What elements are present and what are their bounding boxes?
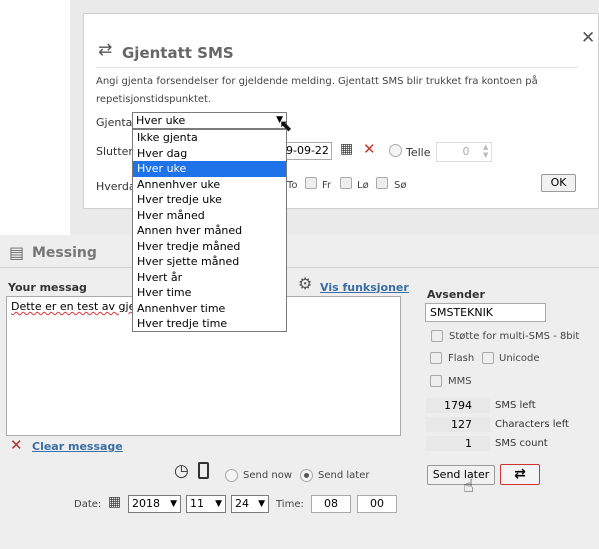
sunday-checkbox[interactable] [376, 177, 388, 189]
hour-input[interactable]: 08 [311, 495, 351, 513]
option-annen-hver-maned[interactable]: Annen hver måned [133, 223, 286, 239]
option-hver-tredje-maned[interactable]: Hver tredje måned [133, 239, 286, 255]
day-saturday: Lø [357, 180, 369, 191]
day-friday: Fr [322, 180, 332, 191]
year-value: 2018 [132, 497, 160, 510]
multi-sms-checkbox[interactable] [431, 330, 443, 342]
ok-button[interactable]: OK [541, 174, 576, 192]
saturday-checkbox[interactable] [340, 177, 352, 189]
mms-label: MMS [448, 376, 472, 387]
send-later-label: Send later [318, 470, 370, 481]
clear-icon[interactable]: ✕ [10, 436, 23, 454]
option-hver-uke[interactable]: Hver uke [133, 161, 286, 177]
send-now-radio[interactable] [225, 469, 238, 482]
month-select[interactable]: 11 ▼ [186, 495, 226, 513]
clear-message-link[interactable]: Clear message [32, 440, 123, 453]
dropdown-arrow-icon: ▼ [258, 499, 265, 509]
day-select[interactable]: 24 ▼ [231, 495, 269, 513]
characters-left-value: 127 [426, 417, 490, 432]
dialog-title: Gjentatt SMS [122, 44, 234, 62]
flash-label: Flash [448, 353, 475, 364]
repeat-label: Gjenta [96, 116, 133, 129]
weekdays-label: Hverda [96, 180, 136, 193]
sms-count-value: 1 [426, 436, 490, 451]
sender-label: Avsender [427, 288, 485, 301]
calendar-icon[interactable]: ▦ [108, 494, 121, 510]
functions-link[interactable]: Vis funksjoner [320, 281, 409, 294]
characters-left-label: Characters left [495, 419, 569, 430]
option-hver-sjette-maned[interactable]: Hver sjette måned [133, 254, 286, 270]
end-date-input[interactable]: 9-09-22 [282, 142, 332, 160]
repeat-select[interactable]: Hver uke ▼ [132, 112, 287, 129]
ends-label: Slutter [96, 145, 133, 158]
option-ikke-gjenta[interactable]: Ikke gjenta [133, 130, 286, 146]
friday-checkbox[interactable] [305, 177, 317, 189]
clear-date-icon[interactable]: ✕ [363, 140, 376, 158]
repeat-select-value: Hver uke [136, 114, 186, 127]
gear-icon[interactable]: ⚙ [298, 274, 312, 293]
mms-checkbox[interactable] [430, 375, 442, 387]
spinner-icon[interactable]: ▲ ▼ [483, 143, 488, 159]
day-sunday: Sø [394, 180, 407, 191]
option-hver-tredje-time[interactable]: Hver tredje time [133, 316, 286, 332]
option-hver-tredje-uke[interactable]: Hver tredje uke [133, 192, 286, 208]
count-value: 0 [462, 145, 470, 158]
day-thursday: To [287, 180, 298, 191]
message-label: Your messag [8, 281, 87, 294]
day-value: 24 [235, 497, 249, 510]
section-divider [0, 267, 599, 268]
phone-icon [198, 462, 209, 479]
count-label: Telle [406, 146, 431, 159]
time-label: Time: [276, 499, 304, 510]
repeat-options-list: Ikke gjenta Hver dag Hver uke Annenhver … [132, 129, 287, 332]
section-title: Messing [32, 245, 97, 261]
sms-count-label: SMS count [495, 438, 548, 449]
hand-cursor-icon: ☝ [463, 476, 474, 497]
sender-input[interactable]: SMSTEKNIK [425, 303, 546, 322]
unicode-label: Unicode [499, 353, 540, 364]
dialog-description: Angi gjenta forsendelser for gjeldende m… [96, 76, 538, 105]
repeat-icon: ⇄ [98, 40, 113, 60]
dropdown-arrow-icon: ▼ [170, 499, 177, 509]
calendar-icon[interactable]: ▦ [340, 141, 353, 157]
option-hver-time[interactable]: Hver time [133, 285, 286, 301]
clock-icon: ◷ [174, 461, 189, 481]
send-later-radio[interactable] [300, 469, 313, 482]
option-hver-maned[interactable]: Hver måned [133, 208, 286, 224]
minute-input[interactable]: 00 [357, 495, 397, 513]
left-blank-area [0, 0, 70, 235]
dropdown-arrow-icon: ▼ [215, 499, 222, 509]
unicode-checkbox[interactable] [482, 352, 494, 364]
message-icon: ▤ [9, 243, 25, 262]
send-later-button[interactable]: Send later [427, 465, 495, 485]
year-select[interactable]: 2018 ▼ [128, 495, 181, 513]
repeat-button[interactable]: ⇄ [500, 464, 540, 485]
divider [96, 67, 578, 68]
option-hvert-ar[interactable]: Hvert år [133, 270, 286, 286]
count-radio[interactable] [389, 144, 402, 157]
message-text-part-1: Dette er en test av [11, 300, 119, 313]
month-value: 11 [190, 497, 204, 510]
date-label: Date: [74, 499, 102, 510]
flash-checkbox[interactable] [430, 352, 442, 364]
option-annenhver-uke[interactable]: Annenhver uke [133, 177, 286, 193]
option-hver-dag[interactable]: Hver dag [133, 146, 286, 162]
option-annenhver-time[interactable]: Annenhver time [133, 301, 286, 317]
close-icon[interactable]: ✕ [581, 28, 595, 48]
multi-sms-label: Støtte for multi-SMS - 8bit [449, 331, 580, 342]
sms-left-value: 1794 [426, 398, 490, 413]
send-now-label: Send now [243, 470, 292, 481]
sms-left-label: SMS left [495, 400, 536, 411]
